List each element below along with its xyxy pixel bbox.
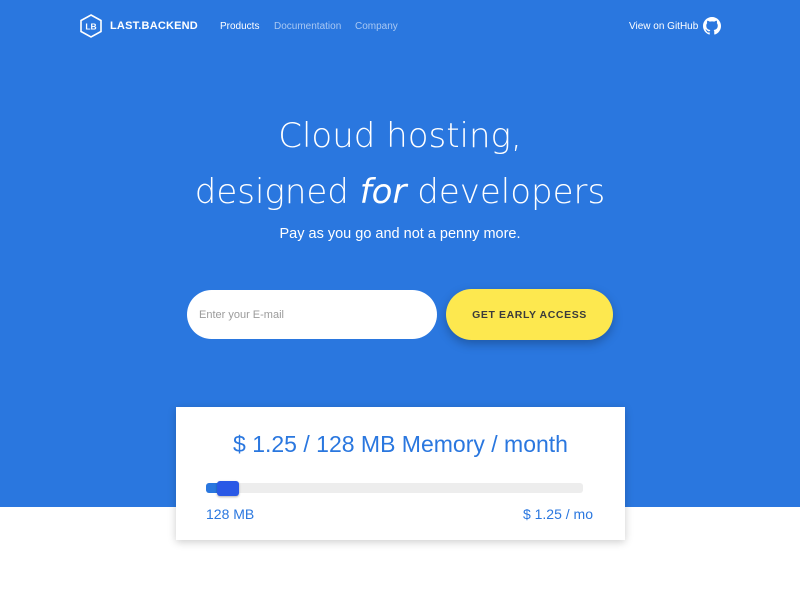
headline-word-for: for (359, 172, 407, 212)
pricing-card: $ 1.25 / 128 MB Memory / month 128 MB $ … (176, 407, 625, 540)
hexagon-logo-icon[interactable]: LB (80, 14, 102, 38)
headline-line-1: Cloud hosting, (278, 116, 522, 156)
logo-text: LB (85, 22, 96, 32)
nav-link-products[interactable]: Products (220, 21, 259, 32)
brand-name[interactable]: LAST.BACKEND (110, 20, 198, 32)
github-icon[interactable] (703, 17, 721, 35)
hero-subtitle: Pay as you go and not a penny more. (279, 226, 521, 242)
headline-word-developers: developers (417, 172, 606, 212)
pricing-title: $ 1.25 / 128 MB Memory / month (233, 431, 568, 457)
headline-line-2: designed for developers (0, 164, 800, 220)
view-on-github-link[interactable]: View on GitHub (629, 21, 698, 32)
memory-slider-track[interactable] (206, 483, 583, 493)
memory-amount-label: 128 MB (206, 506, 255, 522)
nav-link-documentation[interactable]: Documentation (274, 21, 341, 32)
monthly-price-label: $ 1.25 / mo (522, 506, 593, 522)
get-early-access-button[interactable]: GET EARLY ACCESS (446, 289, 613, 340)
memory-slider-handle[interactable] (216, 481, 239, 496)
email-input[interactable] (187, 290, 437, 339)
top-navigation: LB LAST.BACKEND Products Documentation C… (0, 0, 800, 54)
nav-link-company[interactable]: Company (355, 21, 398, 32)
hero-headline: Cloud hosting, designed for developers (0, 108, 800, 220)
headline-word-designed: designed (194, 172, 349, 212)
